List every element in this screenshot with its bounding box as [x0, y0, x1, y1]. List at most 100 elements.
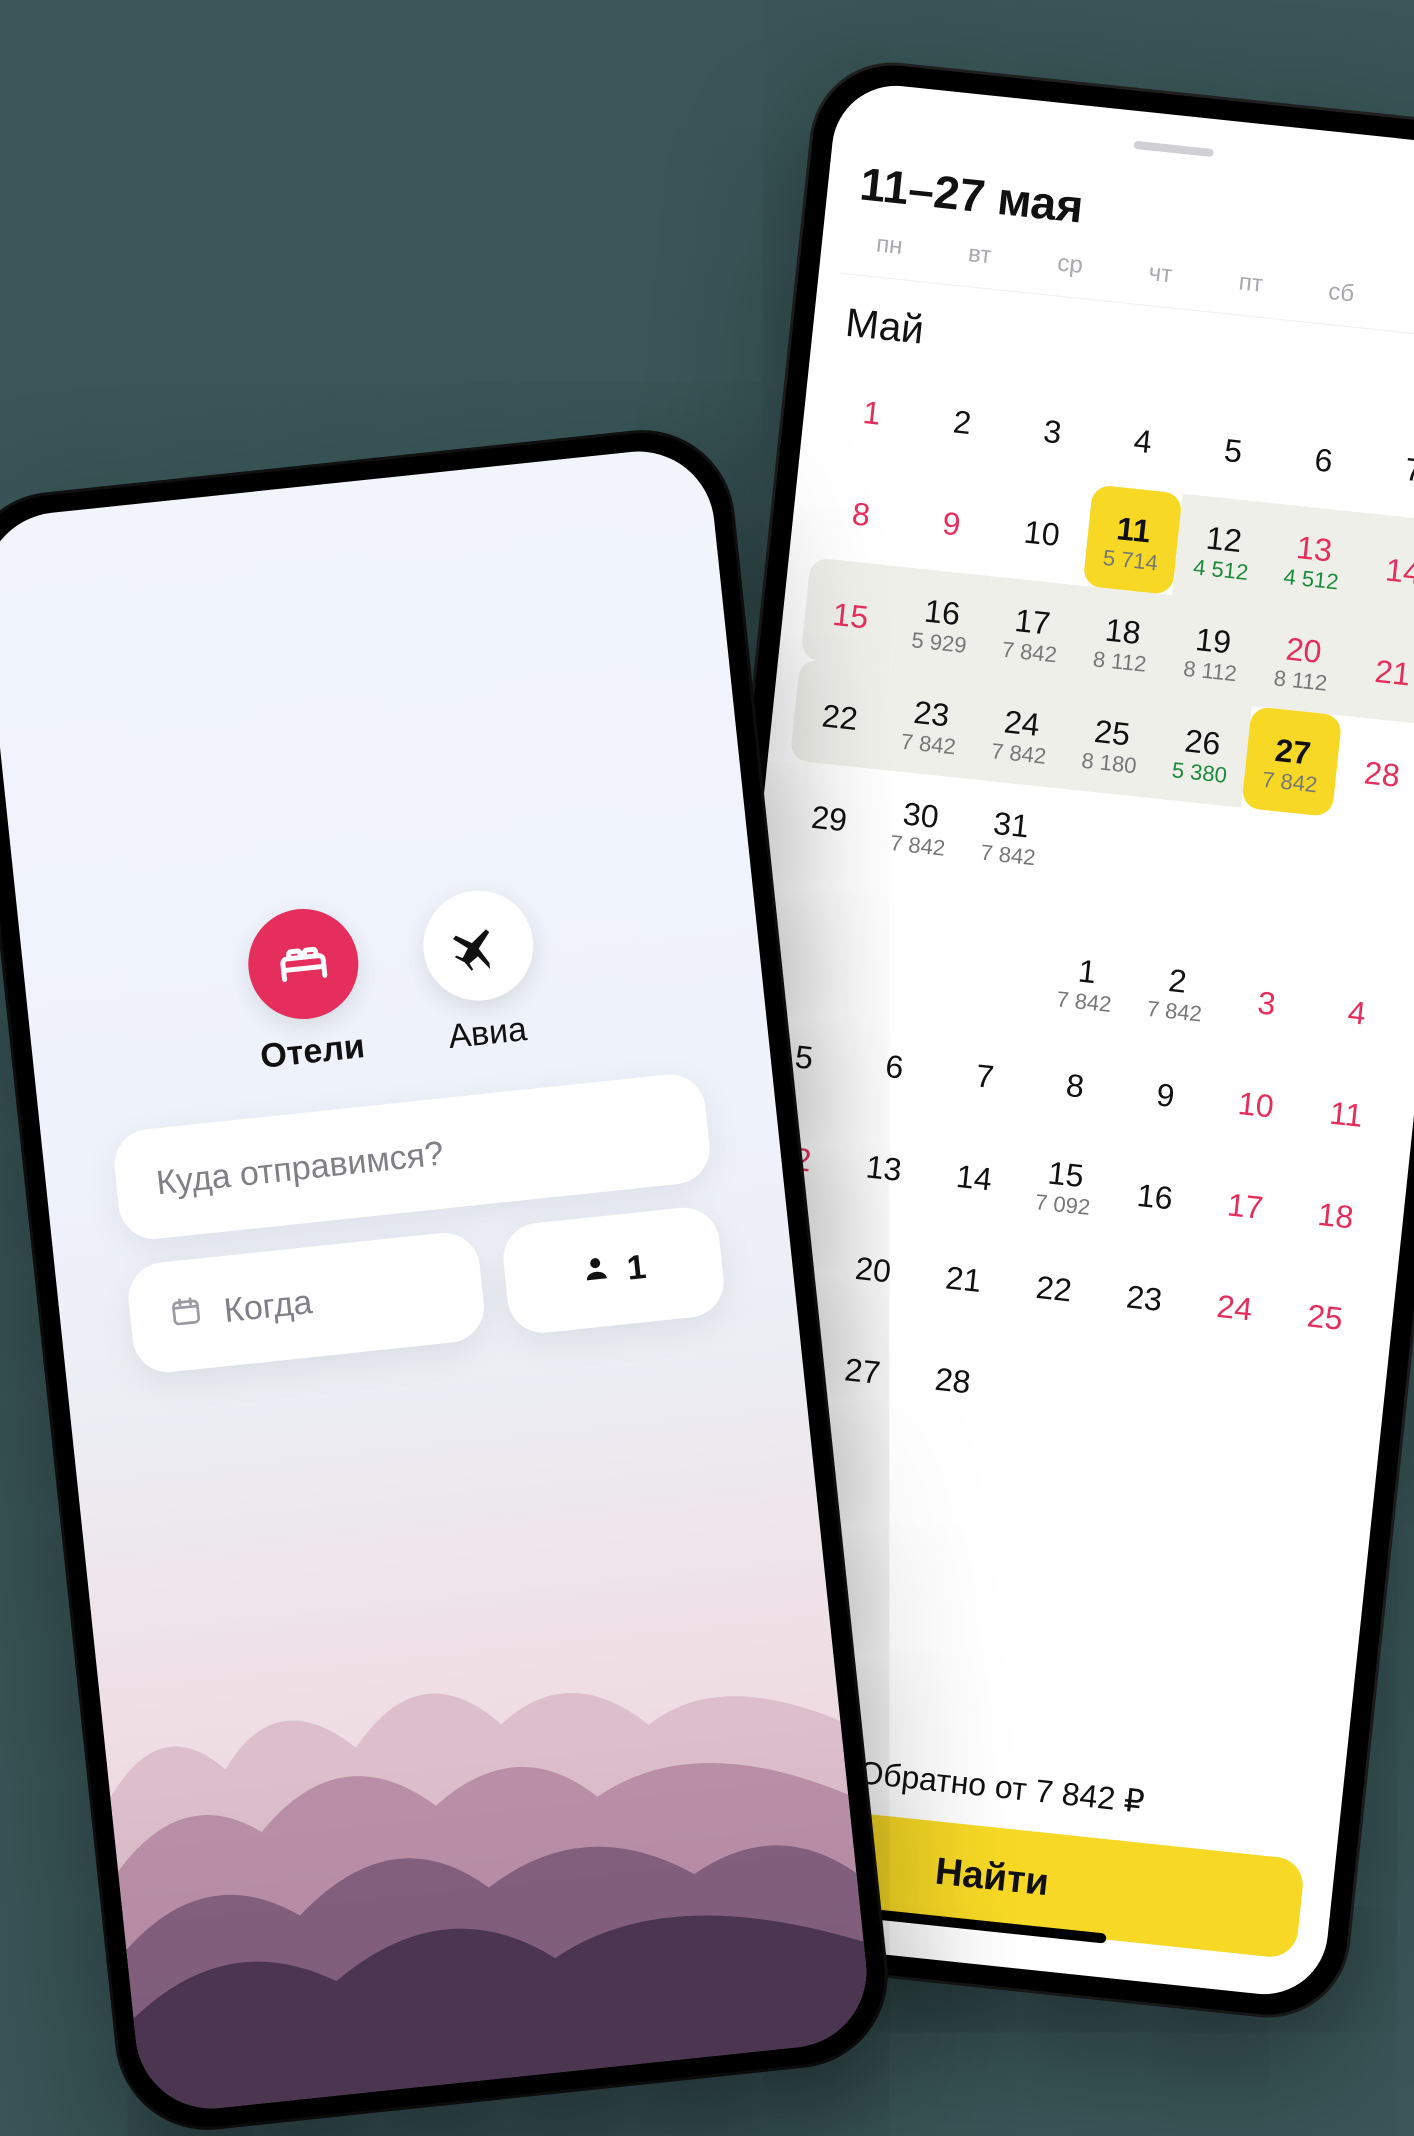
- calendar-day[interactable]: 11: [1296, 1056, 1397, 1167]
- calendar-day[interactable]: 208 112: [1252, 605, 1353, 716]
- calendar-day[interactable]: 6: [844, 1008, 945, 1119]
- calendar-day[interactable]: 124 512: [1172, 494, 1273, 605]
- day-number: 28: [933, 1363, 972, 1399]
- day-price: 8 112: [1273, 667, 1328, 694]
- calendar-day[interactable]: 177 842: [981, 576, 1082, 687]
- day-number: 27: [1274, 734, 1313, 770]
- person-icon: [579, 1251, 613, 1293]
- calendar-day[interactable]: 17: [1195, 1148, 1296, 1259]
- calendar-day[interactable]: 28: [1332, 716, 1414, 827]
- calendar-grid-may: 12345678910115 714124 512134 5121415165 …: [779, 354, 1414, 928]
- category-tabs: Отели Авиа: [90, 869, 698, 1093]
- calendar-day[interactable]: 21: [1342, 614, 1414, 725]
- day-number: 19: [1194, 623, 1233, 659]
- calendar-day[interactable]: 24: [1184, 1249, 1285, 1360]
- day-price: 7 092: [1034, 1191, 1091, 1219]
- calendar-day[interactable]: 198 112: [1162, 595, 1263, 706]
- calendar-day[interactable]: 21: [913, 1221, 1014, 1332]
- dates-input[interactable]: Когда: [125, 1229, 488, 1375]
- tab-hotels[interactable]: Отели: [243, 904, 369, 1078]
- calendar-day[interactable]: 265 380: [1151, 697, 1252, 808]
- day-number: 31: [992, 807, 1031, 843]
- calendar-day[interactable]: 14: [1353, 513, 1414, 624]
- calendar-day[interactable]: 115 714: [1082, 484, 1183, 595]
- day-number: 9: [1155, 1078, 1176, 1112]
- calendar-day[interactable]: 134 512: [1263, 503, 1364, 614]
- day-number: 1: [861, 396, 882, 430]
- day-price: 5 929: [910, 629, 967, 657]
- passengers-input[interactable]: 1: [500, 1204, 727, 1336]
- calendar-day[interactable]: 277 842: [1241, 706, 1342, 817]
- calendar-day[interactable]: 4: [1307, 954, 1408, 1065]
- day-number: 27: [843, 1353, 882, 1389]
- calendar-day[interactable]: 29: [779, 760, 880, 871]
- calendar-day[interactable]: 20: [823, 1211, 924, 1322]
- calendar-day[interactable]: 188 112: [1071, 586, 1172, 697]
- day-number: 20: [854, 1252, 893, 1288]
- calendar-day[interactable]: 27: [812, 1313, 913, 1424]
- calendar-day[interactable]: 23: [1094, 1240, 1195, 1351]
- calendar-day[interactable]: 307 842: [869, 770, 970, 881]
- calendar-day[interactable]: 5: [1183, 392, 1284, 503]
- day-number: 21: [1373, 655, 1412, 691]
- day-number: 16: [1136, 1179, 1175, 1215]
- day-number: 4: [1346, 996, 1367, 1030]
- day-number: 17: [1013, 604, 1052, 640]
- calendar-grid-june: 17 84227 84234567891011121314157 0921617…: [722, 897, 1408, 1471]
- day-number: 7: [974, 1059, 995, 1093]
- calendar-day[interactable]: 13: [834, 1110, 935, 1221]
- tab-avia[interactable]: Авиа: [418, 885, 544, 1059]
- calendar-day[interactable]: 22: [1004, 1230, 1105, 1341]
- calendar-day[interactable]: 247 842: [970, 678, 1071, 789]
- day-number: 17: [1226, 1188, 1265, 1224]
- search-screen: Отели Авиа Куда отправимся?: [0, 444, 874, 2116]
- day-number: 11: [1328, 1097, 1364, 1132]
- calendar-day[interactable]: 1: [822, 354, 923, 465]
- calendar-day[interactable]: 157 092: [1014, 1129, 1115, 1240]
- calendar-day[interactable]: 9: [1115, 1037, 1216, 1148]
- day-number: 8: [1065, 1069, 1086, 1103]
- day-number: 28: [1363, 756, 1402, 792]
- calendar-day[interactable]: 10: [992, 475, 1093, 586]
- day-price: 5 714: [1102, 547, 1159, 575]
- day-number: 5: [794, 1040, 815, 1074]
- weekday-label: вс: [1385, 284, 1414, 321]
- day-number: 25: [1306, 1299, 1345, 1335]
- day-number: 6: [884, 1050, 905, 1084]
- calendar-day[interactable]: 8: [811, 456, 912, 567]
- calendar-day[interactable]: 6: [1273, 402, 1374, 513]
- calendar-day[interactable]: 25: [1275, 1259, 1376, 1370]
- calendar-day[interactable]: 22: [790, 659, 891, 770]
- day-number: 9: [941, 507, 962, 541]
- calendar-day[interactable]: 8: [1025, 1027, 1126, 1138]
- calendar-day[interactable]: 2: [912, 364, 1013, 475]
- day-number: 3: [1042, 415, 1063, 449]
- calendar-day[interactable]: 28: [903, 1322, 1004, 1433]
- calendar-day[interactable]: 3: [1002, 373, 1103, 484]
- calendar-day[interactable]: 17 842: [1036, 926, 1137, 1037]
- calendar-day[interactable]: 237 842: [880, 668, 981, 779]
- calendar-day[interactable]: 27 842: [1126, 935, 1227, 1046]
- day-number: 24: [1003, 705, 1042, 741]
- day-price: 5 380: [1171, 759, 1228, 787]
- calendar-day[interactable]: 4: [1093, 383, 1194, 494]
- calendar-day[interactable]: 10: [1206, 1046, 1307, 1157]
- drag-handle-icon[interactable]: [1133, 141, 1213, 157]
- calendar-day[interactable]: 14: [924, 1119, 1025, 1230]
- day-price: 7 842: [990, 740, 1047, 768]
- calendar-day[interactable]: 317 842: [960, 779, 1061, 890]
- calendar-day[interactable]: 15: [800, 557, 901, 668]
- day-price: 8 112: [1182, 658, 1237, 685]
- day-number: 12: [1205, 522, 1244, 558]
- calendar-day[interactable]: 16: [1105, 1138, 1206, 1249]
- passengers-count: 1: [625, 1247, 648, 1288]
- calendar-day[interactable]: 3: [1216, 945, 1317, 1056]
- calendar-day[interactable]: 258 180: [1061, 687, 1162, 798]
- dates-placeholder: Когда: [222, 1283, 314, 1331]
- day-number: 25: [1093, 715, 1132, 751]
- day-number: 11: [1115, 512, 1152, 547]
- calendar-day[interactable]: 9: [901, 465, 1002, 576]
- calendar-day[interactable]: 165 929: [891, 567, 992, 678]
- calendar-day[interactable]: 7: [935, 1018, 1036, 1129]
- calendar-day[interactable]: 18: [1285, 1157, 1386, 1268]
